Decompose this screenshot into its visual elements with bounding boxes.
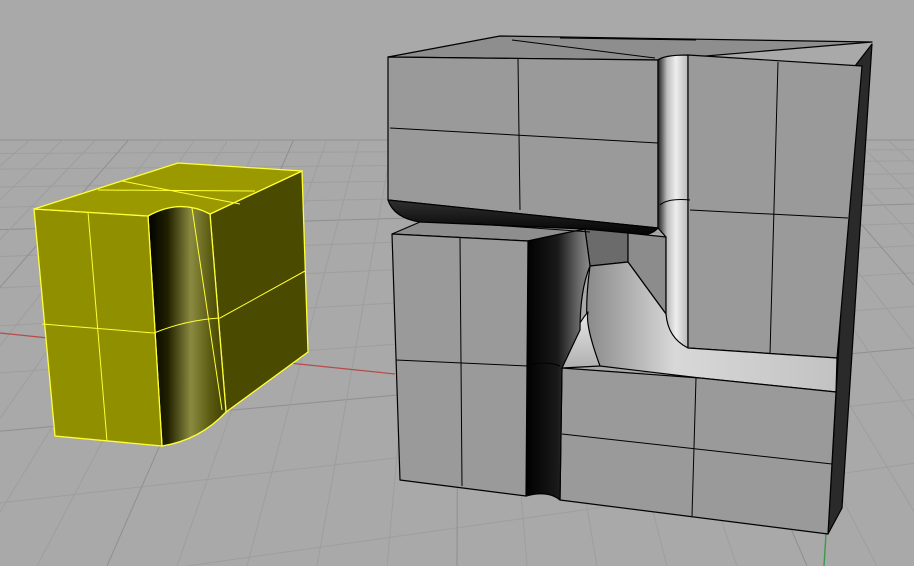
top-beam-front-face [387,56,659,229]
y-axis [823,533,827,566]
perspective-viewport[interactable] [0,0,914,566]
polysurface-object[interactable] [387,35,873,535]
top-beam-top-face [387,35,873,61]
grid-line [316,139,394,566]
right-column-front-face [687,54,863,359]
selected-rounded-box[interactable] [33,162,309,447]
bottom-beam-front-face [559,367,837,535]
viewport-canvas[interactable] [0,0,914,566]
